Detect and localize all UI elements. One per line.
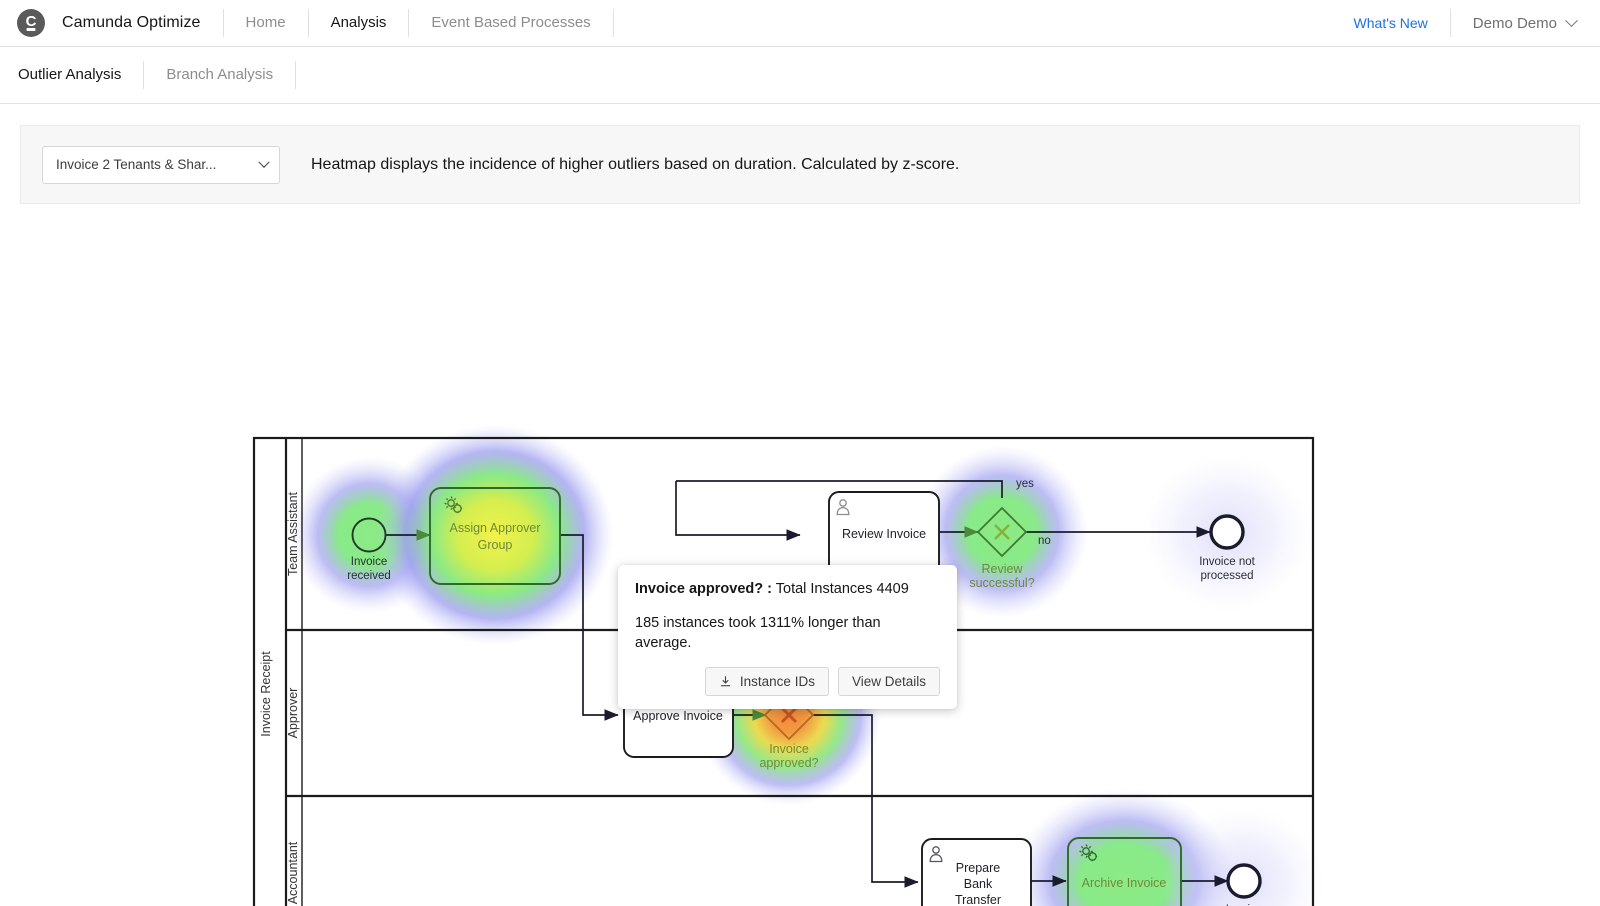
start-event-label-line2: received <box>347 570 390 582</box>
end-event-label-line2: processed <box>1200 570 1253 582</box>
logo-letter: C <box>25 12 37 30</box>
user-menu-label: Demo Demo <box>1472 14 1557 32</box>
logo-bar <box>26 28 36 31</box>
download-icon <box>720 676 730 687</box>
logo-wrap: C <box>0 9 62 37</box>
instance-ids-label: Instance IDs <box>739 674 815 689</box>
tooltip-total-instances: Total Instances 4409 <box>771 581 909 597</box>
lane-label-approver: Approver <box>286 688 300 739</box>
user-menu[interactable]: Demo Demo <box>1451 13 1600 32</box>
lane-label-team-assistant: Team Assistant <box>286 491 300 576</box>
flow-loop-to-review <box>675 481 801 541</box>
nav-item-event-based-processes[interactable]: Event Based Processes <box>409 0 612 46</box>
view-details-button[interactable]: View Details <box>837 667 940 696</box>
gateway-label-line2: approved? <box>759 756 818 770</box>
header-right: What's New Demo Demo <box>1332 0 1600 46</box>
lane-label-accountant: Accountant <box>286 841 300 904</box>
chevron-down-icon <box>258 156 270 168</box>
control-panel: Invoice 2 Tenants & Shar... Heatmap disp… <box>20 125 1580 204</box>
process-definition-selector-label: Invoice 2 Tenants & Shar... <box>56 157 217 172</box>
heatmap-description: Heatmap displays the incidence of higher… <box>311 155 960 173</box>
bpmn-diagram: Invoice Receipt Team Assistant Approver … <box>252 425 1325 906</box>
whats-new-link[interactable]: What's New <box>1332 15 1450 31</box>
pool-label: Invoice Receipt <box>259 651 273 737</box>
instance-ids-button[interactable]: Instance IDs <box>704 667 829 696</box>
nav-divider-4 <box>612 9 614 37</box>
top-header: C Camunda Optimize Home Analysis Event B… <box>0 0 1600 47</box>
start-event-label-line1: Invoice <box>351 556 387 568</box>
task-label-line2: Group <box>478 538 513 552</box>
brand-title: Camunda Optimize <box>62 14 201 31</box>
tooltip-actions: Instance IDs View Details <box>635 667 940 696</box>
tab-outlier-analysis[interactable]: Outlier Analysis <box>0 47 143 103</box>
flow-label-yes-review: yes <box>1016 478 1034 490</box>
tooltip-title-row: Invoice approved? : Total Instances 4409 <box>635 579 940 599</box>
chevron-down-icon <box>1565 13 1578 27</box>
nav-item-analysis[interactable]: Analysis <box>309 0 409 46</box>
task-label: Review Invoice <box>842 527 926 541</box>
task-label-line1: Prepare <box>956 861 1001 875</box>
camunda-logo[interactable]: C <box>17 9 45 37</box>
tooltip-detail: 185 instances took 1311% longer than ave… <box>635 615 881 651</box>
gateway-label-line1: Review <box>982 562 1024 576</box>
bpmn-canvas[interactable]: Invoice Receipt Team Assistant Approver … <box>0 210 1600 906</box>
task-label-line3: Transfer <box>955 893 1001 906</box>
tab-branch-analysis[interactable]: Branch Analysis <box>144 47 295 103</box>
flow-label-no-review: no <box>1038 535 1051 547</box>
view-details-label: View Details <box>851 674 926 689</box>
tab-divider-2 <box>295 61 297 89</box>
sub-navigation: Outlier Analysis Branch Analysis <box>0 47 1600 104</box>
task-label: Approve Invoice <box>633 709 723 723</box>
nav-item-home[interactable]: Home <box>224 0 308 46</box>
process-definition-selector[interactable]: Invoice 2 Tenants & Shar... <box>42 145 280 184</box>
task-label: Archive Invoice <box>1082 876 1167 890</box>
gateway-label-line1: Invoice <box>769 742 809 756</box>
outlier-tooltip: Invoice approved? : Total Instances 4409… <box>618 565 957 709</box>
task-label-line1: Assign Approver <box>449 521 540 535</box>
user-task-review-invoice[interactable]: Review Invoice <box>828 491 940 577</box>
user-task-prepare-bank-transfer[interactable]: Prepare Bank Transfer <box>921 838 1032 906</box>
tooltip-element-name: Invoice approved? : <box>635 581 772 597</box>
gateway-label-line2: successful? <box>969 576 1034 590</box>
task-label-line2: Bank <box>964 877 993 891</box>
end-event-label-line1: Invoice not <box>1199 556 1255 568</box>
